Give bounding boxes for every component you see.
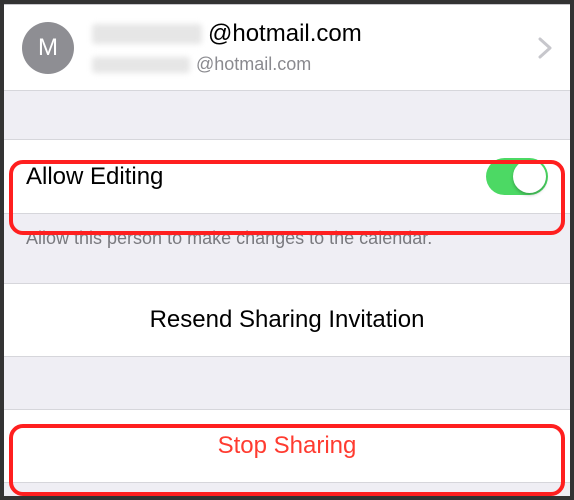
- email-sub: @hotmail.com: [196, 54, 311, 75]
- avatar-initial: M: [38, 34, 58, 62]
- stop-sharing-label: Stop Sharing: [218, 432, 357, 459]
- contact-text: @hotmail.com @hotmail.com: [92, 20, 538, 75]
- redacted-username: [92, 57, 190, 73]
- avatar: M: [22, 22, 74, 74]
- toggle-knob: [513, 160, 546, 193]
- contact-cell[interactable]: M @hotmail.com @hotmail.com: [4, 5, 570, 91]
- allow-editing-footer: Allow this person to make changes to the…: [4, 214, 570, 249]
- allow-editing-toggle[interactable]: [486, 158, 548, 195]
- email-main: @hotmail.com: [208, 20, 362, 48]
- resend-label: Resend Sharing Invitation: [150, 306, 425, 333]
- resend-invitation-button[interactable]: Resend Sharing Invitation: [4, 283, 570, 357]
- allow-editing-label: Allow Editing: [26, 163, 163, 191]
- allow-editing-cell: Allow Editing: [4, 139, 570, 214]
- chevron-right-icon: [538, 37, 552, 59]
- stop-sharing-button[interactable]: Stop Sharing: [4, 409, 570, 483]
- redacted-name: [92, 24, 202, 44]
